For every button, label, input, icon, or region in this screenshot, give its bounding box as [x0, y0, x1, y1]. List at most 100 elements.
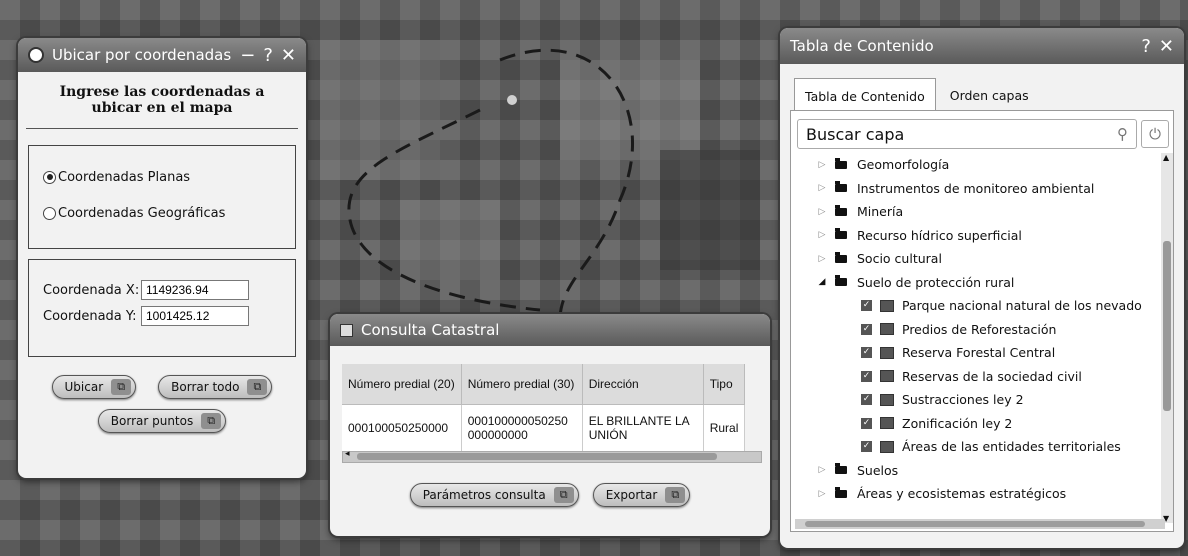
expand-arrow-icon[interactable]: ▷: [815, 160, 829, 170]
catastral-table: Número predial (20) Número predial (30) Di…: [342, 364, 746, 451]
tree-folder[interactable]: ▷ Socio cultural: [815, 247, 1161, 271]
scroll-thumb[interactable]: [357, 453, 717, 460]
checkbox-checked-icon[interactable]: ✓: [861, 323, 872, 335]
layer-image-icon: [880, 417, 894, 430]
coordinates-panel-titlebar[interactable]: Ubicar por coordenadas − ? ✕: [18, 38, 306, 72]
expand-arrow-icon[interactable]: ▷: [815, 489, 829, 499]
tree-folder[interactable]: ▷ Minería: [815, 200, 1161, 224]
table-cell: Rural: [703, 404, 746, 451]
tree-item-label: Áreas de las entidades territoriales: [902, 439, 1121, 455]
layer-image-icon: [880, 299, 894, 312]
ubicar-button[interactable]: Ubicar ⧉: [51, 375, 137, 399]
tree-item-label: Minería: [857, 204, 904, 220]
borrar-todo-button[interactable]: Borrar todo ⧉: [158, 375, 273, 399]
checkbox-checked-icon[interactable]: ✓: [861, 347, 872, 359]
close-button[interactable]: ✕: [281, 45, 296, 66]
action-icon: ⧉: [247, 379, 268, 395]
tree-layer[interactable]: ✓ Parque nacional natural de los nevado: [815, 294, 1161, 318]
search-layer-box[interactable]: Buscar capa ⚲: [797, 119, 1137, 149]
coordinate-x-label: Coordenada X:: [43, 282, 140, 298]
tree-layer[interactable]: ✓ Predios de Reforestación: [815, 318, 1161, 342]
tree-folder[interactable]: ◢ Suelo de protección rural: [815, 271, 1161, 295]
column-header[interactable]: Tipo: [703, 364, 746, 405]
globe-icon: [28, 47, 44, 63]
radio-coordenadas-planas[interactable]: Coordenadas Planas: [43, 166, 281, 188]
exportar-button[interactable]: Exportar ⧉: [592, 483, 691, 507]
tab-tabla-contenido[interactable]: Tabla de Contenido: [794, 78, 936, 110]
tree-item-label: Reservas de la sociedad civil: [902, 368, 1082, 384]
tabla-contenido-title: Tabla de Contenido: [790, 37, 934, 55]
tree-folder[interactable]: ▷ Áreas y ecosistemas estratégicos: [815, 482, 1161, 506]
tabla-contenido-titlebar[interactable]: Tabla de Contenido ? ✕: [780, 28, 1184, 64]
catastral-table-wrapper: Número predial (20) Número predial (30) Di…: [342, 364, 762, 463]
table-cell: EL BRILLANTE LA UNIÓN: [582, 404, 704, 451]
help-button[interactable]: ?: [263, 45, 273, 66]
tree-folder[interactable]: ▷ Suelos: [815, 459, 1161, 483]
consulta-catastral-panel: Consulta Catastral Número predial (20) Nú…: [330, 314, 770, 536]
scroll-thumb[interactable]: [805, 521, 1145, 527]
action-icon: ⧉: [553, 487, 574, 503]
scroll-left-icon[interactable]: ◂: [345, 449, 350, 459]
layer-image-icon: [880, 323, 894, 336]
scroll-thumb[interactable]: [1163, 241, 1171, 411]
tree-item-label: Zonificación ley 2: [902, 415, 1013, 431]
folder-icon: [835, 275, 847, 287]
search-layer-input[interactable]: Buscar capa: [806, 125, 1117, 144]
folder-icon: [835, 204, 847, 216]
folder-icon: [835, 486, 847, 498]
search-icon[interactable]: ⚲: [1117, 125, 1128, 143]
checkbox-checked-icon[interactable]: ✓: [861, 441, 872, 453]
collapse-arrow-icon[interactable]: ◢: [815, 277, 829, 287]
tree-item-label: Suelos: [857, 462, 899, 478]
help-button[interactable]: ?: [1141, 36, 1151, 57]
column-header[interactable]: Dirección: [582, 364, 704, 405]
tree-layer[interactable]: ✓ Reserva Forestal Central: [815, 341, 1161, 365]
minimize-button[interactable]: −: [240, 45, 255, 66]
coordinate-y-input[interactable]: [141, 306, 249, 326]
tree-layer[interactable]: ✓ Sustracciones ley 2: [815, 388, 1161, 412]
coordinate-x-input[interactable]: [141, 280, 249, 300]
tree-layer[interactable]: ✓ Zonificación ley 2: [815, 412, 1161, 436]
checkbox-checked-icon[interactable]: ✓: [861, 417, 872, 429]
tree-folder[interactable]: ▷ Geomorfología: [815, 153, 1161, 177]
expand-arrow-icon[interactable]: ▷: [815, 465, 829, 475]
scroll-up-icon[interactable]: ▲: [1163, 153, 1169, 162]
layer-tree: ▷ Geomorfología ▷ Instrumentos de monitoreo…: [815, 153, 1161, 506]
parametros-consulta-button[interactable]: Parámetros consulta ⧉: [409, 483, 579, 507]
power-icon[interactable]: ⏻: [1141, 120, 1169, 148]
expand-arrow-icon[interactable]: ▷: [815, 230, 829, 240]
table-cell: 000100050250000: [342, 404, 462, 451]
expand-arrow-icon[interactable]: ▷: [815, 207, 829, 217]
checkbox-checked-icon[interactable]: ✓: [861, 370, 872, 382]
borrar-puntos-button[interactable]: Borrar puntos ⧉: [97, 409, 227, 433]
coordinates-heading: Ingrese las coordenadas a ubicar en el m…: [26, 72, 298, 129]
tab-orden-capas[interactable]: Orden capas: [936, 78, 1039, 110]
tree-folder[interactable]: ▷ Instrumentos de monitoreo ambiental: [815, 177, 1161, 201]
vertical-scrollbar[interactable]: ▲ ▼: [1161, 153, 1173, 523]
tree-item-label: Instrumentos de monitoreo ambiental: [857, 180, 1095, 196]
radio-coordenadas-geograficas[interactable]: Coordenadas Geográficas: [43, 202, 281, 224]
column-header[interactable]: Número predial (30): [461, 364, 583, 405]
action-icon: ⧉: [665, 487, 686, 503]
coordinates-panel: Ubicar por coordenadas − ? ✕ Ingrese las…: [18, 38, 306, 478]
tree-item-label: Reserva Forestal Central: [902, 345, 1056, 361]
consulta-catastral-titlebar[interactable]: Consulta Catastral: [330, 314, 770, 346]
tree-layer[interactable]: ✓ Reservas de la sociedad civil: [815, 365, 1161, 389]
close-button[interactable]: ✕: [1159, 36, 1174, 57]
tree-item-label: Geomorfología: [857, 157, 950, 173]
folder-icon: [835, 181, 847, 193]
tree-layer[interactable]: ✓ Áreas de las entidades territoriales: [815, 435, 1161, 459]
horizontal-scrollbar[interactable]: [795, 519, 1165, 529]
checkbox-checked-icon[interactable]: ✓: [861, 300, 872, 312]
layer-image-icon: [880, 346, 894, 359]
radio-selected-icon: [43, 170, 56, 184]
checkbox-checked-icon[interactable]: ✓: [861, 394, 872, 406]
table-cell: 000100000050250 000000000: [461, 404, 583, 451]
table-row[interactable]: 000100050250000 000100000050250 000000000…: [342, 404, 746, 451]
tree-folder[interactable]: ▷ Recurso hídrico superficial: [815, 224, 1161, 248]
folder-icon: [835, 251, 847, 263]
column-header[interactable]: Número predial (20): [342, 364, 462, 405]
expand-arrow-icon[interactable]: ▷: [815, 254, 829, 264]
expand-arrow-icon[interactable]: ▷: [815, 183, 829, 193]
horizontal-scrollbar[interactable]: ◂: [342, 449, 762, 463]
